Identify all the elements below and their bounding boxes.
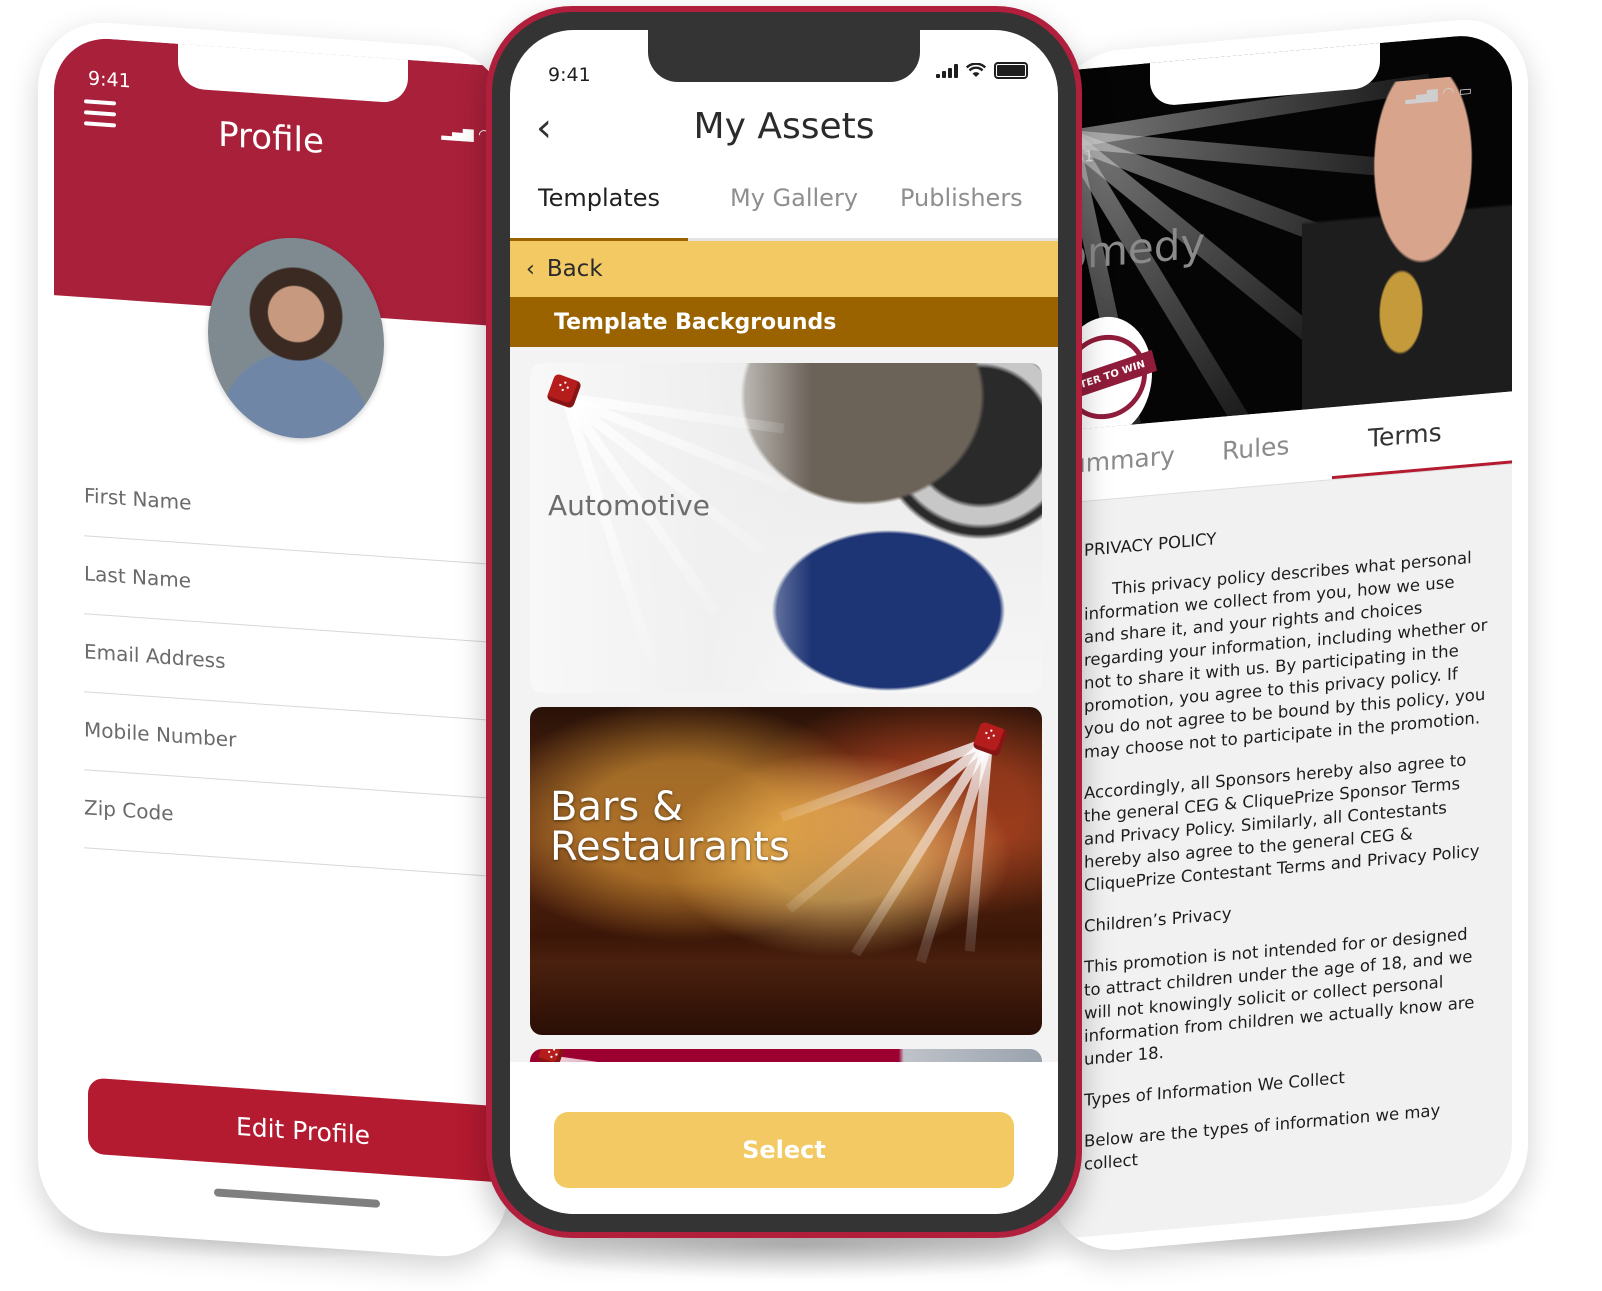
my-assets-phone: 9:41 ‹ My Assets Templates My Gallery Pu… xyxy=(486,6,1082,1238)
template-label: Bars & Restaurants xyxy=(550,784,790,870)
tab-rules[interactable]: Rules xyxy=(1222,431,1289,466)
terms-content: PRIVACY POLICY This privacy policy descr… xyxy=(1084,503,1488,1193)
page-title: My Assets xyxy=(693,106,875,147)
section-title: Template Backgrounds xyxy=(510,297,1058,347)
template-card-bars-restaurants[interactable]: Bars & Restaurants xyxy=(530,707,1042,1035)
back-button[interactable]: ‹ Back xyxy=(510,241,1058,297)
terms-paragraph: Below are the types of information we ma… xyxy=(1084,1100,1441,1174)
terms-paragraph: This privacy policy describes what perso… xyxy=(1084,547,1488,762)
status-time: 9:41 xyxy=(548,64,591,86)
template-card-partial[interactable] xyxy=(530,1049,1042,1062)
template-label: Automotive xyxy=(548,489,710,522)
field-label: First Name xyxy=(84,483,192,515)
active-tab-indicator xyxy=(1332,460,1512,480)
page-title: Profile xyxy=(218,114,324,162)
tab-publishers[interactable]: Publishers xyxy=(900,184,1023,212)
terms-phone: 9:41 ▂▄▆ ◠ ▭ Comedy ENTER TO WIN Summary… xyxy=(1050,14,1528,1256)
tab-my-gallery[interactable]: My Gallery xyxy=(730,184,858,212)
phone-notch xyxy=(648,30,920,82)
phone-notch xyxy=(178,37,408,104)
profile-phone: 9:41 Profile ▂▄▆ ◠ ▭ First Name Last Nam… xyxy=(38,18,508,1261)
cellular-signal-icon xyxy=(936,63,958,78)
my-assets-screen: 9:41 ‹ My Assets Templates My Gallery Pu… xyxy=(510,30,1058,1214)
terms-paragraph: This promotion is not intended for or de… xyxy=(1084,924,1475,1069)
terms-screen: 9:41 ▂▄▆ ◠ ▭ Comedy ENTER TO WIN Summary… xyxy=(1050,31,1512,1240)
template-card-automotive[interactable]: Automotive xyxy=(530,363,1042,693)
status-time: 9:41 xyxy=(88,67,131,93)
wifi-icon xyxy=(966,63,986,77)
tab-templates[interactable]: Templates xyxy=(538,184,660,212)
light-beam xyxy=(547,1055,747,1062)
profile-screen: 9:41 Profile ▂▄▆ ◠ ▭ First Name Last Nam… xyxy=(54,35,508,1245)
chevron-left-icon: ‹ xyxy=(526,256,535,282)
tab-terms[interactable]: Terms xyxy=(1368,418,1442,453)
status-icons xyxy=(936,62,1028,79)
back-label: Back xyxy=(546,256,603,282)
asset-tab-bar: Templates My Gallery Publishers xyxy=(510,170,1058,241)
home-indicator[interactable] xyxy=(214,1188,380,1208)
comedian-photo xyxy=(1302,70,1512,420)
phone-bezel: 9:41 ‹ My Assets Templates My Gallery Pu… xyxy=(492,12,1076,1232)
terms-paragraph: Accordingly, all Sponsors hereby also ag… xyxy=(1084,750,1480,895)
field-label: Mobile Number xyxy=(84,717,237,752)
edit-profile-button[interactable]: Edit Profile xyxy=(88,1077,508,1184)
battery-icon xyxy=(994,62,1028,79)
footer: Select xyxy=(510,1062,1058,1214)
select-button[interactable]: Select xyxy=(554,1112,1014,1188)
field-label: Zip Code xyxy=(84,795,174,826)
template-list[interactable]: Automotive Bars & Restaurants xyxy=(510,347,1058,1062)
field-label: Last Name xyxy=(84,561,192,593)
field-label: Email Address xyxy=(84,639,226,674)
comedy-hero-image: 9:41 ▂▄▆ ◠ ▭ Comedy ENTER TO WIN xyxy=(1050,31,1512,432)
